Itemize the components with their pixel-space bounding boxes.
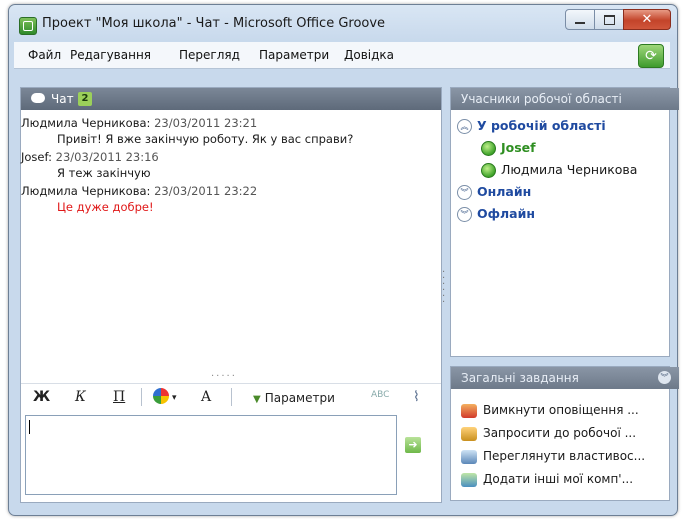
triangle-down-icon: ▼ — [253, 394, 261, 405]
message-author: Josef: — [21, 150, 53, 164]
task-disable-alerts[interactable]: Вимкнути оповіщення ... — [461, 403, 639, 418]
text-caret — [29, 420, 30, 434]
menu-edit[interactable]: Редагування — [70, 48, 151, 62]
group-in-workspace[interactable]: ︽ У робочій області — [457, 118, 637, 140]
chat-history: Людмила Черникова: 23/03/2011 23:21 Прив… — [21, 112, 441, 214]
task-label: Вимкнути оповіщення ... — [483, 403, 639, 417]
font-size-button[interactable]: A — [201, 389, 211, 405]
chat-message: Josef: 23/03/2011 23:16 Я теж закінчую — [21, 146, 441, 180]
group-online[interactable]: ︾ Онлайн — [457, 184, 637, 206]
chevron-down-icon[interactable]: ▾ — [172, 393, 177, 403]
arrow-right-icon: ➜ — [408, 438, 418, 451]
online-status-icon — [481, 163, 496, 178]
toolbar-separator — [141, 388, 142, 406]
close-button[interactable]: ✕ — [623, 9, 671, 30]
vertical-splitter[interactable]: · · · · · · — [442, 268, 445, 308]
message-author: Людмила Черникова: — [21, 184, 151, 198]
spellcheck-icon[interactable]: ABC — [371, 390, 389, 400]
chevron-up-icon: ︽ — [457, 119, 472, 134]
groove-refresh-icon: ⟳ — [645, 48, 657, 64]
groove-app-icon — [19, 17, 37, 35]
menu-file[interactable]: Файл — [28, 48, 61, 62]
member-lyudmyla[interactable]: Людмила Черникова — [457, 162, 637, 184]
group-label: Офлайн — [477, 206, 536, 221]
bell-icon — [461, 403, 477, 418]
minimize-icon — [575, 21, 585, 24]
task-label: Запросити до робочої ... — [483, 426, 637, 440]
online-status-icon — [481, 141, 496, 156]
tasks-panel-header[interactable]: Загальні завдання ︾ — [451, 367, 679, 389]
members-panel-title: Учасники робочої області — [451, 88, 679, 110]
chat-tab-label: Чат — [51, 92, 74, 106]
params-label: Параметри — [264, 391, 335, 405]
chat-message: Людмила Черникова: 23/03/2011 23:22 Це д… — [21, 180, 441, 214]
group-label: Онлайн — [477, 184, 532, 199]
maximize-icon — [603, 14, 615, 25]
group-label: У робочій області — [477, 118, 606, 133]
paperclip-icon[interactable]: ⌇ — [413, 389, 420, 405]
message-input[interactable] — [25, 415, 397, 495]
bold-button[interactable]: Ж — [33, 389, 50, 405]
message-text: Це дуже добре! — [57, 200, 154, 214]
task-invite[interactable]: Запросити до робочої ... — [461, 426, 636, 441]
maximize-button[interactable] — [594, 9, 624, 30]
member-name: Людмила Черникова — [501, 162, 638, 177]
message-text: Привіт! Я вже закінчую роботу. Як у вас … — [57, 132, 354, 146]
member-josef[interactable]: Josef — [457, 140, 637, 162]
group-offline[interactable]: ︾ Офлайн — [457, 206, 637, 228]
chevron-down-icon: ︾ — [457, 207, 472, 222]
members-tree: ︽ У робочій області Josef Людмила Чернико… — [457, 118, 637, 228]
menu-options[interactable]: Параметри — [259, 48, 329, 62]
message-author: Людмила Черникова: — [21, 116, 151, 130]
tasks-panel-title: Загальні завдання — [461, 371, 579, 385]
members-panel: Учасники робочої області ︽ У робочій обла… — [450, 87, 679, 357]
menu-bar: Файл Редагування Перегляд Параметри Дові… — [14, 42, 670, 69]
format-toolbar: Ж К П ▾ A ▼ Параметри ABC ⌇ — [21, 383, 441, 410]
underline-button[interactable]: П — [113, 389, 125, 405]
title-bar[interactable]: Проект "Моя школа" - Чат - Microsoft Off… — [9, 5, 677, 41]
minimize-button[interactable] — [565, 9, 595, 30]
chat-message: Людмила Черникова: 23/03/2011 23:21 Прив… — [21, 112, 441, 146]
window-title: Проект "Моя школа" - Чат - Microsoft Off… — [42, 16, 386, 31]
message-time: 23/03/2011 23:21 — [154, 116, 258, 130]
tasks-panel: Загальні завдання ︾ Вимкнути оповіщення … — [450, 366, 679, 501]
menu-view[interactable]: Перегляд — [179, 48, 240, 62]
task-add-computers[interactable]: Додати інші мої комп'... — [461, 472, 633, 487]
chevron-down-icon: ︾ — [457, 185, 472, 200]
add-computer-icon — [461, 472, 477, 487]
groove-launchbar-button[interactable]: ⟳ — [638, 44, 664, 68]
chat-tab[interactable]: Чат 2 — [21, 88, 441, 110]
member-name: Josef — [501, 140, 536, 155]
pane-resize-handle[interactable]: ····· — [211, 371, 237, 382]
message-time: 23/03/2011 23:16 — [55, 150, 159, 164]
chat-bubble-icon — [31, 93, 45, 103]
task-properties[interactable]: Переглянути властивос... — [461, 449, 645, 464]
send-button[interactable]: ➜ — [405, 437, 421, 453]
unread-count-badge: 2 — [78, 92, 92, 106]
task-label: Додати інші мої комп'... — [483, 472, 634, 486]
invite-user-icon — [461, 426, 477, 441]
params-button[interactable]: ▼ Параметри — [253, 391, 335, 405]
collapse-icon[interactable]: ︾ — [658, 371, 671, 384]
toolbar-separator — [231, 388, 232, 406]
font-color-icon[interactable] — [153, 388, 169, 404]
properties-icon — [461, 449, 477, 464]
message-text: Я теж закінчую — [57, 166, 151, 180]
menu-help[interactable]: Довідка — [344, 48, 394, 62]
close-icon: ✕ — [641, 12, 653, 27]
window-controls: ✕ — [565, 9, 671, 30]
chat-panel: Чат 2 Людмила Черникова: 23/03/2011 23:2… — [20, 87, 442, 503]
italic-button[interactable]: К — [75, 389, 86, 405]
task-label: Переглянути властивос... — [483, 449, 646, 463]
message-time: 23/03/2011 23:22 — [154, 184, 258, 198]
